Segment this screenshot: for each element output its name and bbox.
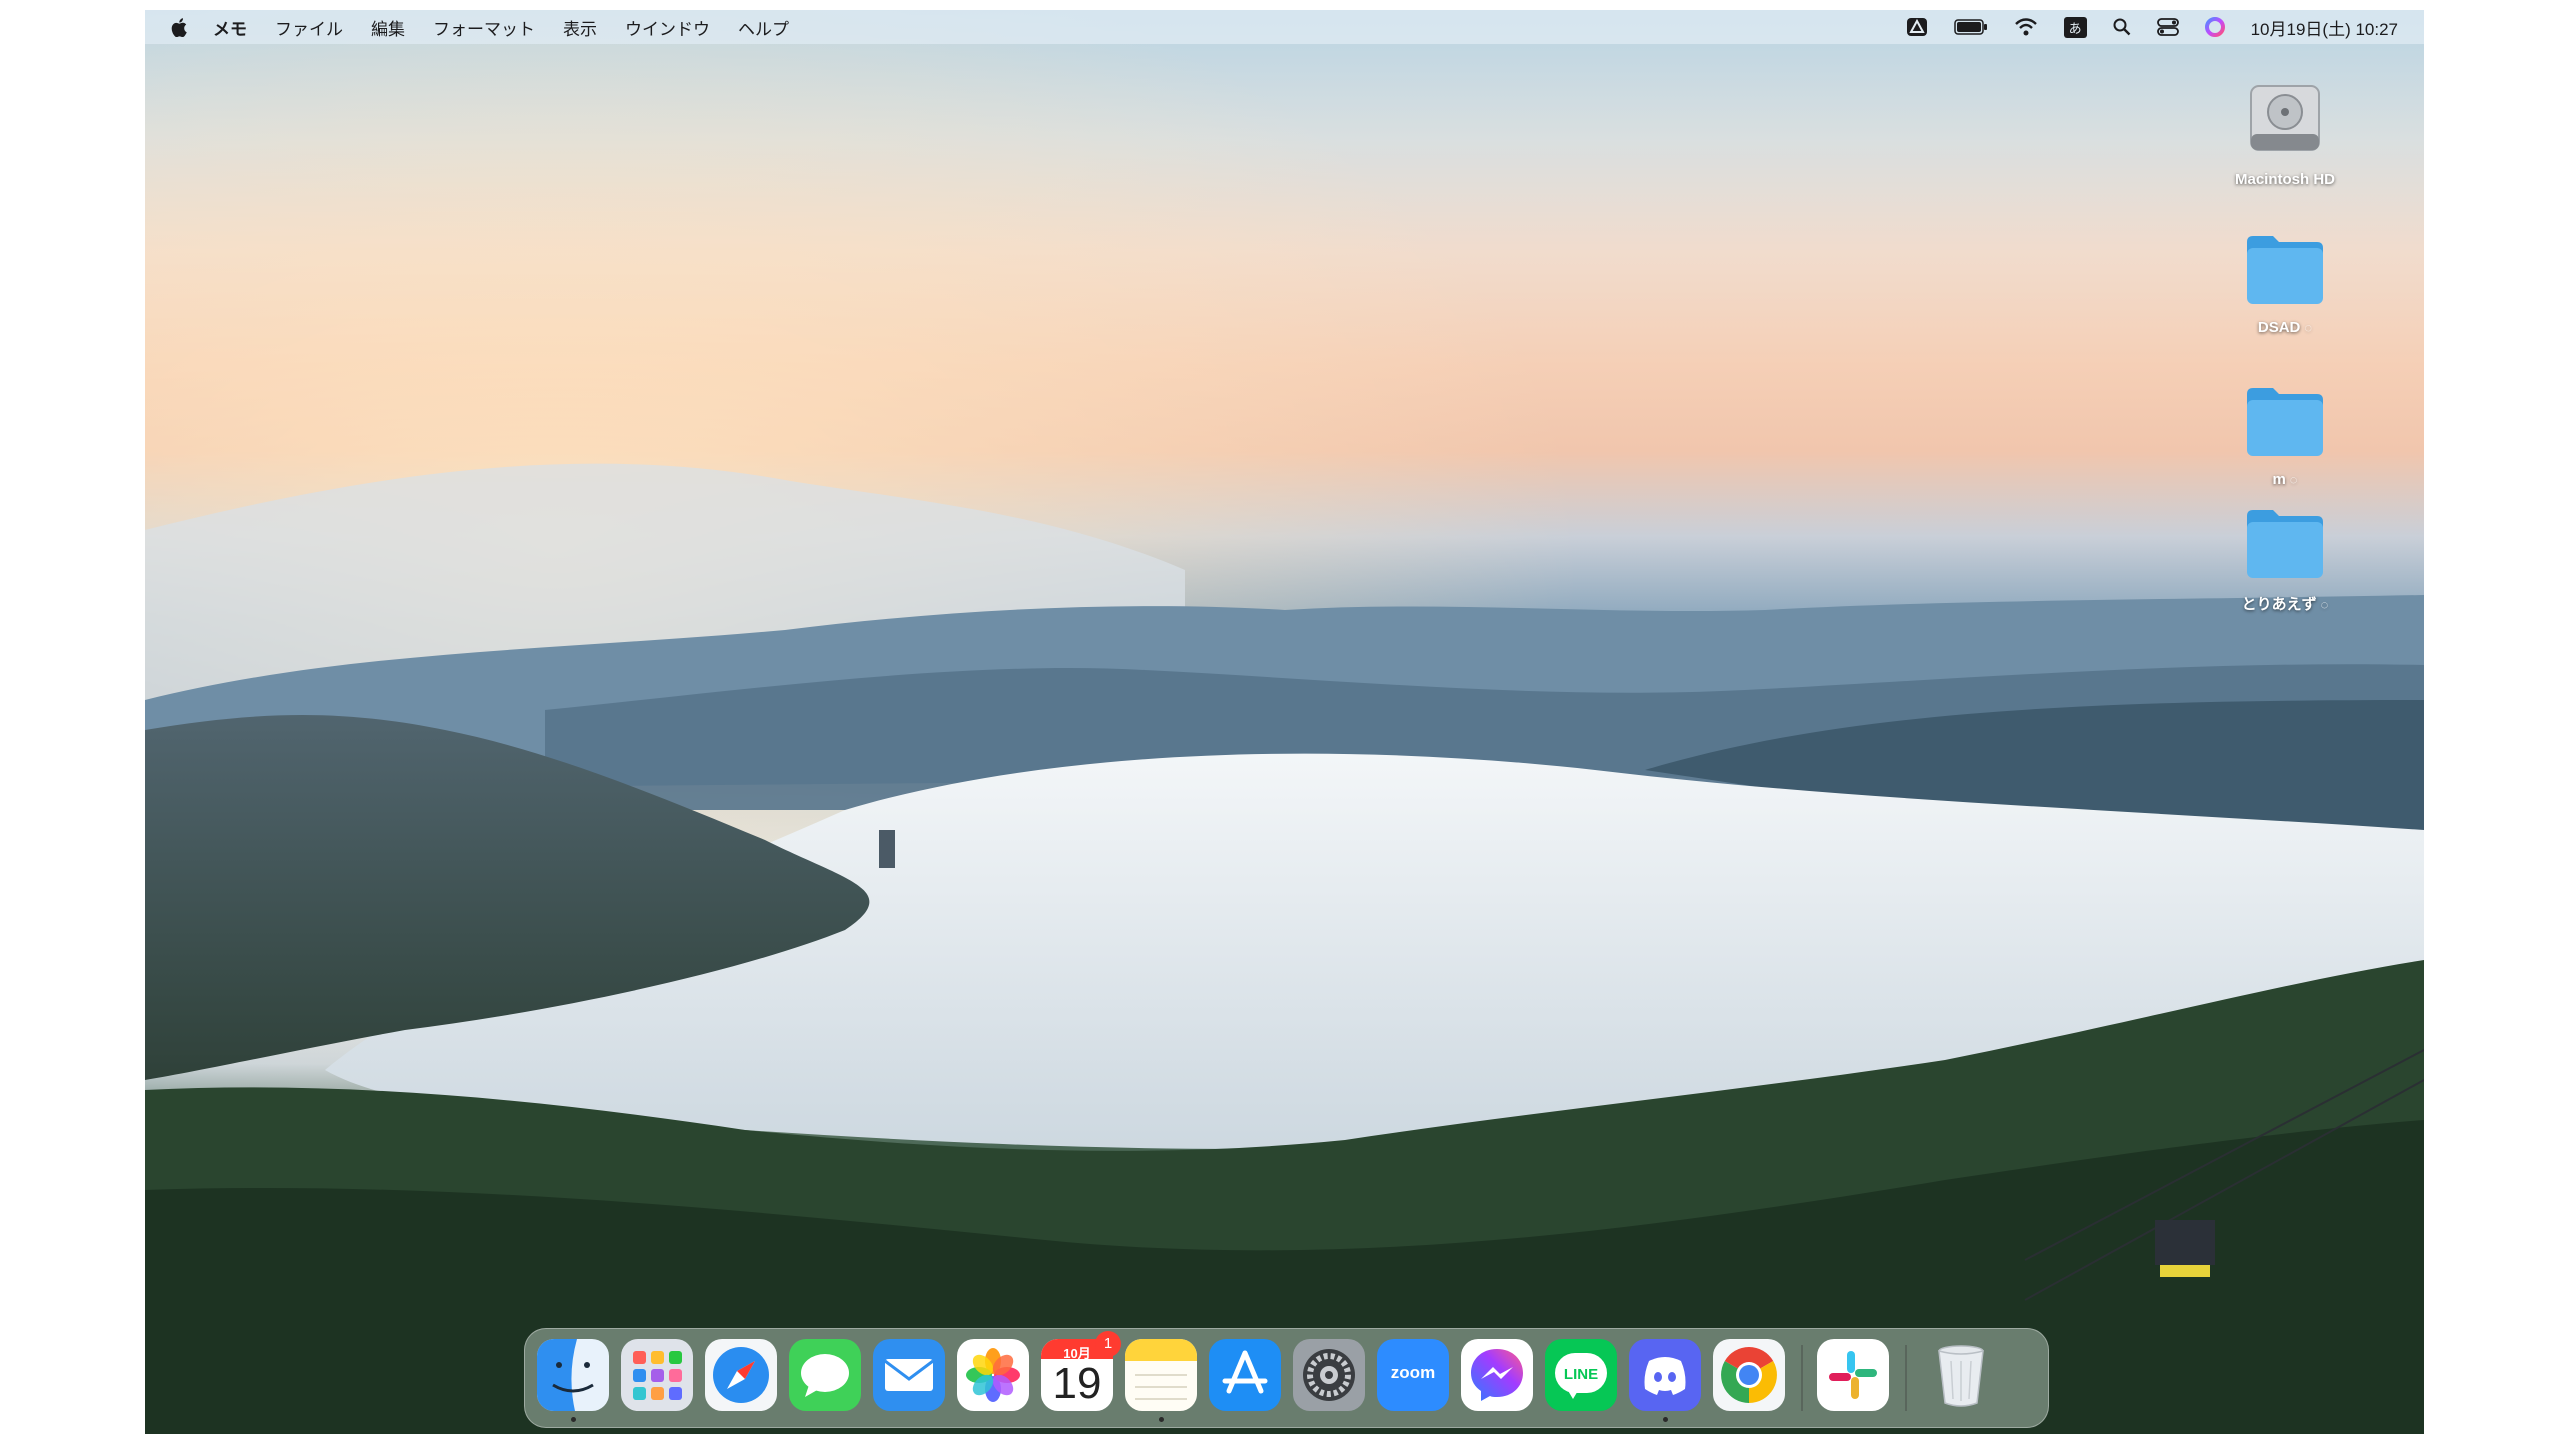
dock-slack[interactable] [1817,1339,1889,1411]
dock-messages[interactable] [789,1339,861,1411]
control-center-icon[interactable] [2156,18,2179,36]
trash-icon [1938,1345,1984,1407]
hard-drive-icon [2250,85,2320,151]
battery-icon[interactable] [1953,19,1988,35]
menu-help[interactable]: ヘルプ [738,15,789,40]
running-indicator [571,1417,576,1422]
dock-separator [1905,1345,1907,1411]
menu-edit[interactable]: 編集 [371,15,405,40]
dock-system-settings[interactable] [1293,1339,1365,1411]
app-store-icon [1209,1339,1281,1411]
menu-bar: メモ ファイル 編集 フォーマット 表示 ウインドウ ヘルプ あ 10月19日(… [145,10,2424,44]
photos-icon [957,1339,1029,1411]
slack-icon [1817,1339,1889,1411]
desktop-icon-folder-toriaezu[interactable]: とりあえず ◌ [2215,506,2355,614]
menu-app-name[interactable]: メモ [213,15,247,40]
finder-icon [537,1339,609,1411]
launchpad-icon [621,1339,693,1411]
spotlight-search-icon[interactable] [2113,18,2131,36]
dock-calendar[interactable]: 10月 19 1 [1041,1331,1121,1411]
menu-file[interactable]: ファイル [275,15,343,40]
menu-view[interactable]: 表示 [563,15,597,40]
running-indicator [1159,1417,1164,1422]
menu-bar-clock[interactable]: 10月19日(土) 10:27 [2251,15,2398,40]
running-indicator [1663,1417,1668,1422]
desktop-icon-label: DSAD [2257,319,2301,336]
desktop-icon-folder-m[interactable]: m ◌ [2215,384,2355,488]
siri-icon[interactable] [2204,17,2225,37]
icloud-status-icon: ◌ [2289,472,2298,487]
icloud-status-icon: ◌ [2320,597,2329,612]
desktop-icon-macintosh-hd[interactable]: Macintosh HD [2215,76,2355,188]
line-icon: LINE [1545,1339,1617,1411]
dock-notes[interactable] [1125,1339,1197,1411]
dock-messenger[interactable] [1461,1339,1533,1411]
apple-menu-icon[interactable] [171,17,187,37]
input-method-label: あ [2063,16,2087,38]
zoom-logo-text: zoom [1390,1363,1436,1382]
chrome-icon [1713,1339,1785,1411]
dock-separator [1801,1345,1803,1411]
dock-app-store[interactable] [1209,1339,1281,1411]
dock-finder[interactable] [537,1339,609,1411]
dock-mail[interactable] [873,1339,945,1411]
messages-icon [789,1339,861,1411]
folder-icon [2247,236,2323,304]
backup-status-icon[interactable] [1906,17,1928,37]
folder-icon [2247,388,2323,456]
wifi-icon[interactable] [2014,18,2038,36]
messenger-icon [1461,1339,1533,1411]
dock-photos[interactable] [957,1339,1029,1411]
menu-window[interactable]: ウインドウ [625,15,710,40]
dock-chrome[interactable] [1713,1339,1785,1411]
menu-format[interactable]: フォーマット [433,15,535,40]
system-settings-icon [1293,1339,1365,1411]
desktop-icon-label: とりあえず [2241,596,2317,613]
dock-zoom[interactable]: zoom [1377,1339,1449,1411]
desktop-screen: メモ ファイル 編集 フォーマット 表示 ウインドウ ヘルプ あ 10月19日(… [145,10,2424,1434]
desktop-icon-label: Macintosh HD [2234,171,2335,188]
dock-line[interactable]: LINE [1545,1339,1617,1411]
icloud-status-icon: ◌ [2304,320,2313,335]
calendar-day: 19 [1052,1359,1102,1408]
desktop-icon-folder-dsad[interactable]: DSAD ◌ [2215,232,2355,336]
dock-launchpad[interactable] [621,1339,693,1411]
dock-trash[interactable] [1925,1339,1997,1411]
folder-icon [2247,510,2323,578]
zoom-icon: zoom [1377,1339,1449,1411]
dock-discord[interactable] [1629,1339,1701,1411]
line-logo-text: LINE [1563,1366,1599,1383]
notification-badge: 1 [1095,1331,1121,1357]
input-method-icon[interactable]: あ [2063,16,2087,38]
dock-safari[interactable] [705,1339,777,1411]
mail-icon [873,1339,945,1411]
wallpaper [145,10,2424,1434]
safari-icon [705,1339,777,1411]
notes-icon [1125,1339,1197,1411]
desktop-icon-label: m [2272,471,2286,488]
discord-icon [1629,1339,1701,1411]
dock: 10月 19 1 zoom LINE [524,1328,2049,1428]
